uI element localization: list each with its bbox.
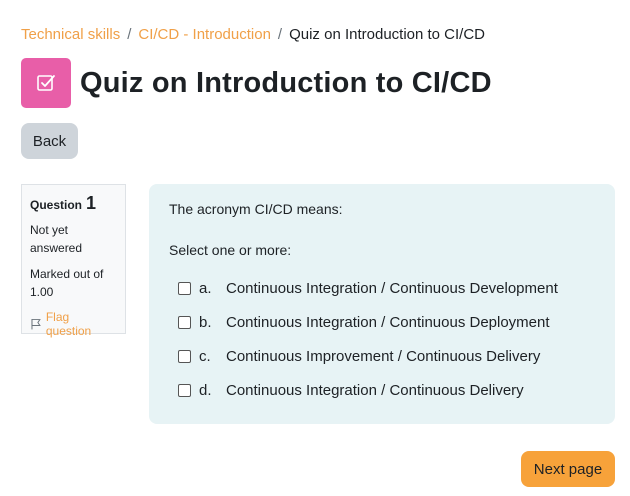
page-title: Quiz on Introduction to CI/CD bbox=[80, 66, 492, 99]
answer-option-a[interactable]: a. Continuous Integration / Continuous D… bbox=[169, 271, 595, 305]
breadcrumb-current: Quiz on Introduction to CI/CD bbox=[289, 26, 486, 43]
breadcrumb-separator: / bbox=[127, 26, 132, 43]
answer-option-d[interactable]: d. Continuous Integration / Continuous D… bbox=[169, 373, 595, 407]
answer-checkbox[interactable] bbox=[178, 349, 191, 363]
question-number: Question 1 bbox=[30, 193, 117, 214]
answer-list: a. Continuous Integration / Continuous D… bbox=[169, 271, 595, 407]
breadcrumb-separator: / bbox=[277, 26, 283, 43]
question-prompt: Select one or more: bbox=[169, 242, 292, 258]
answer-text[interactable]: Continuous Improvement / Continuous Deli… bbox=[226, 348, 540, 365]
flag-question-link[interactable]: Flag question bbox=[30, 310, 117, 338]
answer-letter: b. bbox=[199, 313, 212, 331]
breadcrumb: Technical skills / CI/CD - Introduction / Qu… bbox=[21, 26, 485, 43]
flag-question-label[interactable]: Flag question bbox=[46, 310, 117, 338]
answer-letter: d. bbox=[199, 381, 212, 399]
page-header: Quiz on Introduction to CI/CD bbox=[21, 58, 492, 108]
question-text: The acronym CI/CD means: bbox=[169, 201, 343, 217]
answer-text[interactable]: Continuous Integration / Continuous Deli… bbox=[226, 382, 524, 399]
answer-checkbox[interactable] bbox=[178, 281, 191, 295]
question-info-panel: Question 1 Not yet answered Marked out o… bbox=[21, 184, 126, 338]
back-button[interactable]: Back bbox=[21, 123, 78, 159]
answer-letter: c. bbox=[199, 347, 211, 365]
quiz-checkbox-icon bbox=[21, 58, 71, 108]
answer-checkbox[interactable] bbox=[178, 383, 191, 397]
question-grade: Marked out of 1.00 bbox=[30, 267, 104, 299]
answer-checkbox[interactable] bbox=[178, 315, 191, 329]
answer-option-b[interactable]: b. Continuous Integration / Continuous D… bbox=[169, 305, 595, 339]
question-content: The acronym CI/CD means: Select one or m… bbox=[149, 184, 615, 424]
question-state: Not yet answered bbox=[30, 223, 83, 255]
question-number-value: 1 bbox=[86, 193, 97, 213]
next-page-button[interactable]: Next page bbox=[521, 451, 615, 487]
answer-option-c[interactable]: c. Continuous Improvement / Continuous D… bbox=[169, 339, 595, 373]
answer-letter: a. bbox=[199, 279, 212, 297]
answer-text[interactable]: Continuous Integration / Continuous Depl… bbox=[226, 314, 550, 331]
breadcrumb-link-technical-skills[interactable]: Technical skills bbox=[21, 26, 120, 43]
question-label: Question bbox=[30, 198, 83, 212]
answer-text[interactable]: Continuous Integration / Continuous Deve… bbox=[226, 280, 558, 297]
flag-icon bbox=[31, 319, 41, 330]
breadcrumb-link-cicd-introduction[interactable]: CI/CD - Introduction bbox=[138, 26, 271, 43]
